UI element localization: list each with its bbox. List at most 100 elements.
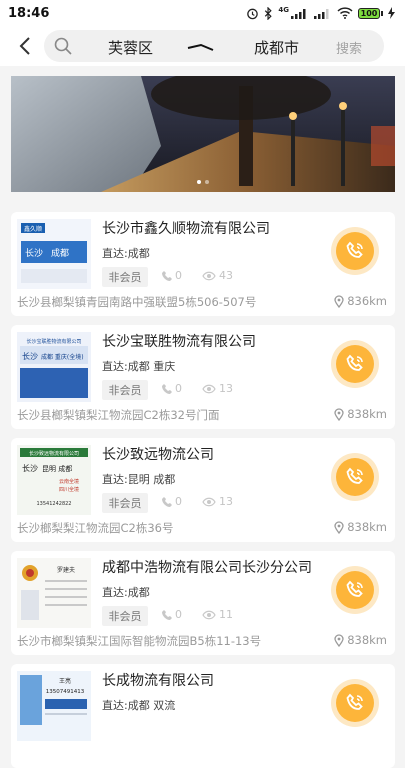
distance: 836km [334,294,387,308]
company-name[interactable]: 长沙市鑫久顺物流有限公司 [102,218,270,238]
company-name[interactable]: 长沙宝联胜物流有限公司 [102,331,256,351]
card-phone: 13507491413 [46,689,85,695]
phone-icon [346,693,363,710]
wifi-icon [337,7,353,19]
company-name[interactable]: 长沙致远物流公司 [102,444,214,464]
call-button[interactable] [336,345,374,383]
list-item[interactable]: 罗建夫 成都中浩物流有限公司长沙分公司 直达:成都 非会员 0 11 长沙市榔梨… [11,551,395,655]
phone-icon [346,354,363,371]
direct-route: 直达:成都 双流 [102,699,176,712]
search-button[interactable]: 搜索 [336,38,362,57]
call-count: 0 [162,382,182,395]
distance: 838km [334,407,387,421]
company-address: 长沙县榔梨镇梨江物流园C2栋32号门面 [17,408,220,422]
view-count-value: 11 [219,608,233,621]
business-card-image[interactable]: 长沙宝联胜物流有限公司 长沙 成都 重庆(全境) [17,332,91,402]
arrow-right-icon [187,43,214,51]
card-brand: 长沙致远物流有限公司 [29,450,79,457]
view-count-value: 13 [219,495,233,508]
phone-icon [162,271,172,281]
list-item[interactable]: 长沙宝联胜物流有限公司 长沙 成都 重庆(全境) 长沙宝联胜物流有限公司 直达:… [11,325,395,429]
company-name[interactable]: 长成物流有限公司 [102,670,214,690]
call-button[interactable] [336,232,374,270]
distance-value: 838km [347,633,387,647]
battery-icon: 100 [358,7,383,19]
view-count-value: 43 [219,269,233,282]
view-count: 13 [202,382,233,395]
route-search-bar[interactable]: 芙蓉区 成都市 搜索 [44,30,384,62]
location-pin-icon [334,407,344,421]
company-address: 长沙榔梨梨江物流园C2栋36号 [17,521,174,535]
view-count: 11 [202,608,233,621]
card-brand: 长沙宝联胜物流有限公司 [26,338,81,345]
phone-icon [162,497,172,507]
business-card-image[interactable]: 罗建夫 [17,558,91,628]
alarm-icon [247,8,259,19]
call-button[interactable] [336,458,374,496]
card-route-to: 昆明 成都 [42,464,72,473]
company-address: 长沙市榔梨镇梨江国际智能物流园B5栋11-13号 [17,634,262,648]
view-count: 13 [202,495,233,508]
battery-level: 100 [360,8,378,18]
direct-route: 直达:成都 重庆 [102,360,176,373]
call-count-value: 0 [175,495,182,508]
phone-icon [346,467,363,484]
status-icons: 4G 100 [246,6,395,20]
card-note-a: 云南全境 [59,478,79,485]
list-item[interactable]: 长沙致远物流有限公司 长沙 昆明 成都 云南全境 四川全境 1354124282… [11,438,395,542]
origin-select[interactable]: 芙蓉区 [108,37,153,58]
card-brand: 鑫久顺 [24,225,42,233]
view-count-value: 13 [219,382,233,395]
card-brand: 罗建夫 [57,566,75,574]
member-badge: 非会员 [102,380,148,400]
list-item[interactable]: 鑫久顺 长沙 成都 长沙市鑫久顺物流有限公司 直达:成都 非会员 0 43 长沙… [11,212,395,316]
phone-icon [346,580,363,597]
signal-icon-2 [314,9,329,19]
call-count-value: 0 [175,382,182,395]
card-route-from: 长沙 [22,463,38,473]
phone-icon [162,610,172,620]
card-phone: 13541242822 [37,501,72,507]
header: 芙蓉区 成都市 搜索 [0,26,405,66]
call-count: 0 [162,269,182,282]
card-route-from: 长沙 [22,351,38,361]
call-button[interactable] [336,684,374,722]
call-button[interactable] [336,571,374,609]
direct-route: 直达:成都 [102,586,150,599]
location-pin-icon [334,633,344,647]
card-route-to: 成都 重庆(全境) [41,353,84,361]
call-count-value: 0 [175,269,182,282]
destination-select[interactable]: 成都市 [254,37,299,58]
distance: 838km [334,633,387,647]
location-pin-icon [334,294,344,308]
phone-icon [162,384,172,394]
status-time: 18:46 [8,5,50,21]
list-item[interactable]: 王亮 13507491413 长成物流有限公司 直达:成都 双流 [11,664,395,768]
member-badge: 非会员 [102,267,148,287]
business-card-image[interactable]: 长沙致远物流有限公司 长沙 昆明 成都 云南全境 四川全境 1354124282… [17,445,91,515]
eye-icon [202,610,216,619]
company-name[interactable]: 成都中浩物流有限公司长沙分公司 [102,557,312,577]
bluetooth-icon [265,6,273,20]
distance-value: 838km [347,520,387,534]
distance-value: 836km [347,294,387,308]
banner-pagination [11,180,395,184]
banner-image[interactable] [11,76,395,192]
network-type: 4G [278,6,289,14]
back-button[interactable] [14,34,36,58]
signal-icon [291,9,306,19]
card-brand: 王亮 [59,677,71,685]
distance: 838km [334,520,387,534]
chevron-left-icon [19,37,30,55]
distance-value: 838km [347,407,387,421]
direct-route: 直达:成都 [102,247,150,260]
call-count-value: 0 [175,608,182,621]
direct-route: 直达:昆明 成都 [102,473,176,486]
call-count: 0 [162,608,182,621]
card-route-to: 成都 [51,247,69,259]
business-card-image[interactable]: 鑫久顺 长沙 成都 [17,219,91,289]
location-pin-icon [334,520,344,534]
eye-icon [202,384,216,393]
business-card-image[interactable]: 王亮 13507491413 [17,671,91,741]
card-note-b: 四川全境 [59,486,79,493]
